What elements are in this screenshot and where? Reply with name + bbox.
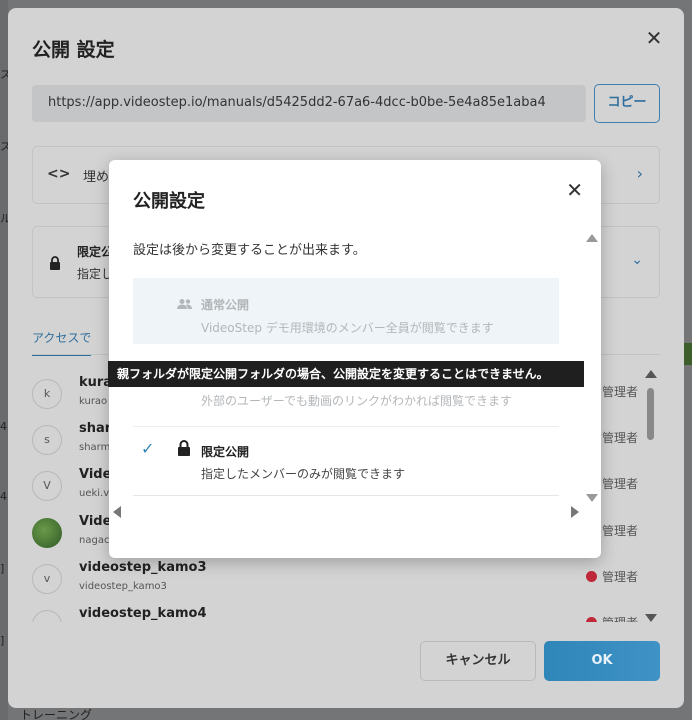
scroll-thumb[interactable]: [647, 388, 654, 440]
modal-vertical-scrollbar[interactable]: [586, 234, 598, 502]
scroll-down-icon[interactable]: [645, 614, 657, 622]
background-fragment: ル: [0, 212, 8, 225]
cancel-button[interactable]: キャンセル: [420, 641, 536, 681]
users-icon: [177, 295, 193, 314]
avatar: v: [32, 564, 62, 594]
role-label: 管理者: [602, 477, 639, 491]
scroll-down-icon[interactable]: [586, 494, 598, 502]
background-fragment: ]: [0, 634, 5, 647]
member-id: videostep_kamo3: [79, 581, 167, 592]
avatar: v: [32, 610, 62, 622]
copy-button[interactable]: コピー: [594, 84, 660, 123]
lock-icon: [49, 255, 61, 274]
role-select[interactable]: 管理者: [586, 568, 638, 585]
background-fragment: ス: [0, 68, 8, 81]
code-icon: <>: [47, 166, 71, 182]
close-icon[interactable]: ✕: [644, 28, 664, 48]
role-label: 管理者: [602, 524, 639, 538]
member-id: kurao: [79, 396, 108, 407]
member-name: Vide: [79, 514, 112, 529]
share-url-field[interactable]: https://app.videostep.io/manuals/d5425dd…: [32, 85, 586, 122]
role-label: 管理者: [602, 385, 639, 399]
member-id: ueki.v: [79, 488, 110, 499]
option-desc: VideoStep デモ用環境のメンバー全員が閲覧できます: [201, 321, 494, 335]
role-label: 管理者: [602, 431, 639, 445]
role-dot: [586, 617, 597, 622]
avatar: [32, 518, 62, 548]
member-name: videostep_kamo3: [79, 560, 207, 575]
member-row[interactable]: v videostep_kamo3 videostep_kamo3 管理者: [32, 557, 642, 603]
background-fragment: ]: [0, 562, 5, 575]
avatar: s: [32, 425, 62, 455]
member-row[interactable]: v videostep_kamo4 管理者: [32, 603, 642, 622]
member-id: nagac: [79, 535, 110, 546]
tab-access[interactable]: アクセスで: [32, 329, 92, 356]
scroll-right-icon[interactable]: [571, 506, 579, 518]
embed-label: 埋め: [83, 170, 110, 185]
option-link-desc: 外部のユーザーでも動画のリンクがわかれば閲覧できます: [201, 394, 513, 408]
visibility-modal: 公開設定 ✕ 設定は後から変更することが出来ます。 通常公開 VideoStep…: [109, 160, 601, 558]
role-select[interactable]: 管理者: [586, 614, 638, 622]
background-bottom-text: トレーニング: [20, 708, 93, 720]
dialog-title: 公開 設定: [32, 39, 115, 61]
background-fragment: 4: [0, 490, 7, 503]
modal-horizontal-scrollbar[interactable]: [113, 506, 579, 520]
role-label: 管理者: [602, 616, 638, 622]
visibility-desc: 指定し: [77, 267, 114, 281]
option-title: 限定公開: [201, 445, 250, 459]
avatar: V: [32, 471, 62, 501]
role-dot: [586, 571, 597, 582]
background-fragment: ス: [0, 140, 8, 153]
avatar: k: [32, 379, 62, 409]
modal-title: 公開設定: [133, 191, 205, 212]
chevron-down-icon: ⌄: [631, 252, 643, 268]
check-icon: ✓: [141, 439, 155, 458]
option-title: 通常公開: [201, 298, 250, 312]
scroll-up-icon[interactable]: [586, 234, 598, 242]
member-list-scrollbar[interactable]: [644, 370, 658, 622]
option-limited[interactable]: ✓ 限定公開 指定したメンバーのみが閲覧できます: [133, 426, 559, 496]
option-desc: 指定したメンバーのみが閲覧できます: [201, 467, 406, 481]
scroll-left-icon[interactable]: [113, 506, 121, 518]
background-fragment: 4: [0, 420, 7, 433]
close-icon[interactable]: ✕: [566, 180, 583, 200]
background-left-strip: [0, 0, 8, 720]
lock-icon: [177, 440, 191, 460]
ok-button[interactable]: OK: [544, 641, 660, 681]
modal-description: 設定は後から変更することが出来ます。: [133, 243, 366, 258]
background-thumbnail: [684, 343, 692, 365]
chevron-right-icon: ›: [636, 164, 643, 183]
member-id: sharm: [79, 442, 111, 453]
scroll-up-icon[interactable]: [645, 370, 657, 378]
role-label: 管理者: [602, 570, 639, 584]
visibility-title: 限定公: [77, 245, 114, 259]
option-public[interactable]: 通常公開 VideoStep デモ用環境のメンバー全員が閲覧できます: [133, 278, 559, 344]
member-name: videostep_kamo4: [79, 606, 207, 621]
tooltip: 親フォルダが限定公開フォルダの場合、公開設定を変更することはできません。: [108, 361, 584, 387]
